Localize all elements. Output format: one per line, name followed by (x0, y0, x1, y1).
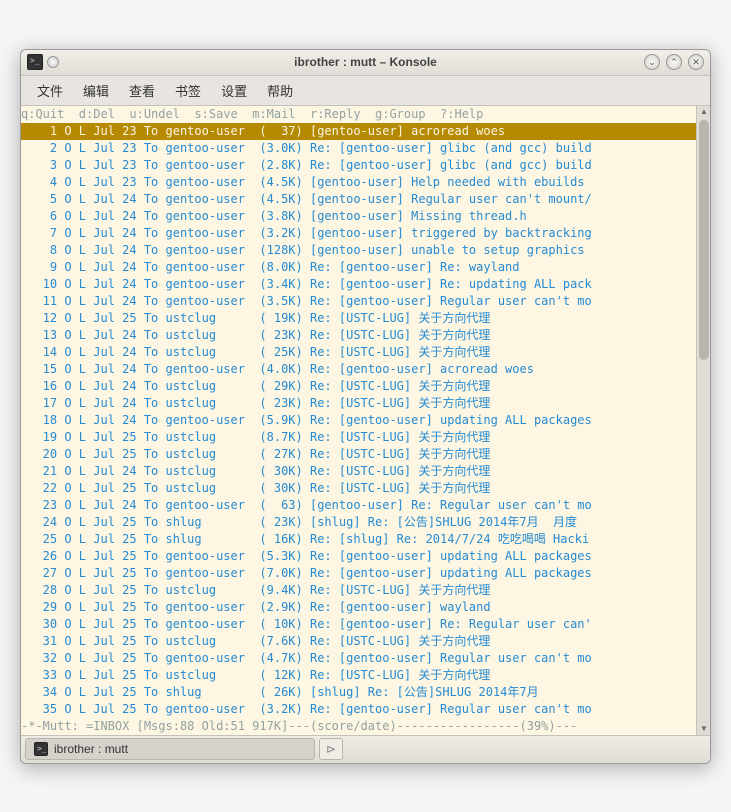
tab-active[interactable]: ibrother : mutt (25, 738, 315, 760)
message-row[interactable]: 7 O L Jul 24 To gentoo-user (3.2K) [gent… (21, 225, 696, 242)
message-row[interactable]: 5 O L Jul 24 To gentoo-user (4.5K) [gent… (21, 191, 696, 208)
terminal-area[interactable]: q:Quit d:Del u:Undel s:Save m:Mail r:Rep… (21, 106, 696, 735)
message-row[interactable]: 27 O L Jul 25 To gentoo-user (7.0K) Re: … (21, 565, 696, 582)
pin-icon[interactable] (47, 56, 59, 68)
message-row[interactable]: 34 O L Jul 25 To shlug ( 26K) [shlug] Re… (21, 684, 696, 701)
tab-label: ibrother : mutt (54, 742, 128, 756)
scroll-up-icon[interactable]: ▲ (697, 106, 711, 118)
message-row[interactable]: 31 O L Jul 25 To ustclug (7.6K) Re: [UST… (21, 633, 696, 650)
message-row[interactable]: 33 O L Jul 25 To ustclug ( 12K) Re: [UST… (21, 667, 696, 684)
menu-help[interactable]: 帮助 (257, 78, 303, 103)
message-row[interactable]: 12 O L Jul 25 To ustclug ( 19K) Re: [UST… (21, 310, 696, 327)
message-row[interactable]: 8 O L Jul 24 To gentoo-user (128K) [gent… (21, 242, 696, 259)
message-row[interactable]: 17 O L Jul 24 To ustclug ( 23K) Re: [UST… (21, 395, 696, 412)
message-row[interactable]: 35 O L Jul 25 To gentoo-user (3.2K) Re: … (21, 701, 696, 718)
mutt-help-line: q:Quit d:Del u:Undel s:Save m:Mail r:Rep… (21, 106, 696, 123)
menu-settings[interactable]: 设置 (211, 78, 257, 103)
message-row[interactable]: 24 O L Jul 25 To shlug ( 23K) [shlug] Re… (21, 514, 696, 531)
window-title: ibrother : mutt – Konsole (21, 55, 710, 69)
message-row[interactable]: 16 O L Jul 24 To ustclug ( 29K) Re: [UST… (21, 378, 696, 395)
message-row[interactable]: 28 O L Jul 25 To ustclug (9.4K) Re: [UST… (21, 582, 696, 599)
menubar: 文件 编辑 查看 书签 设置 帮助 (21, 76, 710, 106)
message-row[interactable]: 10 O L Jul 24 To gentoo-user (3.4K) Re: … (21, 276, 696, 293)
scroll-down-icon[interactable]: ▼ (697, 723, 711, 735)
new-tab-button[interactable]: ⊳ (319, 738, 343, 760)
message-row[interactable]: 30 O L Jul 25 To gentoo-user ( 10K) Re: … (21, 616, 696, 633)
app-icon (27, 54, 43, 70)
menu-view[interactable]: 查看 (119, 78, 165, 103)
message-row[interactable]: 18 O L Jul 24 To gentoo-user (5.9K) Re: … (21, 412, 696, 429)
titlebar[interactable]: ibrother : mutt – Konsole ⌄ ⌃ ✕ (21, 50, 710, 76)
newtab-icon: ⊳ (326, 742, 336, 756)
message-row[interactable]: 14 O L Jul 24 To ustclug ( 25K) Re: [UST… (21, 344, 696, 361)
message-row[interactable]: 25 O L Jul 25 To shlug ( 16K) Re: [shlug… (21, 531, 696, 548)
message-row[interactable]: 19 O L Jul 25 To ustclug (8.7K) Re: [UST… (21, 429, 696, 446)
message-row[interactable]: 20 O L Jul 25 To ustclug ( 27K) Re: [UST… (21, 446, 696, 463)
menu-file[interactable]: 文件 (27, 78, 73, 103)
message-row[interactable]: 11 O L Jul 24 To gentoo-user (3.5K) Re: … (21, 293, 696, 310)
message-row[interactable]: 13 O L Jul 24 To ustclug ( 23K) Re: [UST… (21, 327, 696, 344)
message-row[interactable]: 26 O L Jul 25 To gentoo-user (5.3K) Re: … (21, 548, 696, 565)
message-row[interactable]: 22 O L Jul 25 To ustclug ( 30K) Re: [UST… (21, 480, 696, 497)
konsole-window: ibrother : mutt – Konsole ⌄ ⌃ ✕ 文件 编辑 查看… (20, 49, 711, 764)
message-row[interactable]: 3 O L Jul 23 To gentoo-user (2.8K) Re: [… (21, 157, 696, 174)
minimize-button[interactable]: ⌄ (644, 54, 660, 70)
message-row[interactable]: 6 O L Jul 24 To gentoo-user (3.8K) [gent… (21, 208, 696, 225)
tab-bar: ibrother : mutt ⊳ (21, 735, 710, 763)
message-row[interactable]: 29 O L Jul 25 To gentoo-user (2.9K) Re: … (21, 599, 696, 616)
message-row[interactable]: 15 O L Jul 24 To gentoo-user (4.0K) Re: … (21, 361, 696, 378)
message-row[interactable]: 9 O L Jul 24 To gentoo-user (8.0K) Re: [… (21, 259, 696, 276)
close-button[interactable]: ✕ (688, 54, 704, 70)
mutt-status-line: -*-Mutt: =INBOX [Msgs:88 Old:51 917K]---… (21, 718, 696, 735)
message-row[interactable]: 2 O L Jul 23 To gentoo-user (3.0K) Re: [… (21, 140, 696, 157)
menu-edit[interactable]: 编辑 (73, 78, 119, 103)
message-row[interactable]: 32 O L Jul 25 To gentoo-user (4.7K) Re: … (21, 650, 696, 667)
message-row[interactable]: 23 O L Jul 24 To gentoo-user ( 63) [gent… (21, 497, 696, 514)
scrollbar[interactable]: ▲ ▼ (696, 106, 710, 735)
menu-bookmark[interactable]: 书签 (165, 78, 211, 103)
terminal-icon (34, 742, 48, 756)
maximize-button[interactable]: ⌃ (666, 54, 682, 70)
scroll-thumb[interactable] (699, 120, 709, 360)
message-row[interactable]: 1 O L Jul 23 To gentoo-user ( 37) [gento… (21, 123, 696, 140)
message-row[interactable]: 21 O L Jul 24 To ustclug ( 30K) Re: [UST… (21, 463, 696, 480)
message-row[interactable]: 4 O L Jul 23 To gentoo-user (4.5K) [gent… (21, 174, 696, 191)
